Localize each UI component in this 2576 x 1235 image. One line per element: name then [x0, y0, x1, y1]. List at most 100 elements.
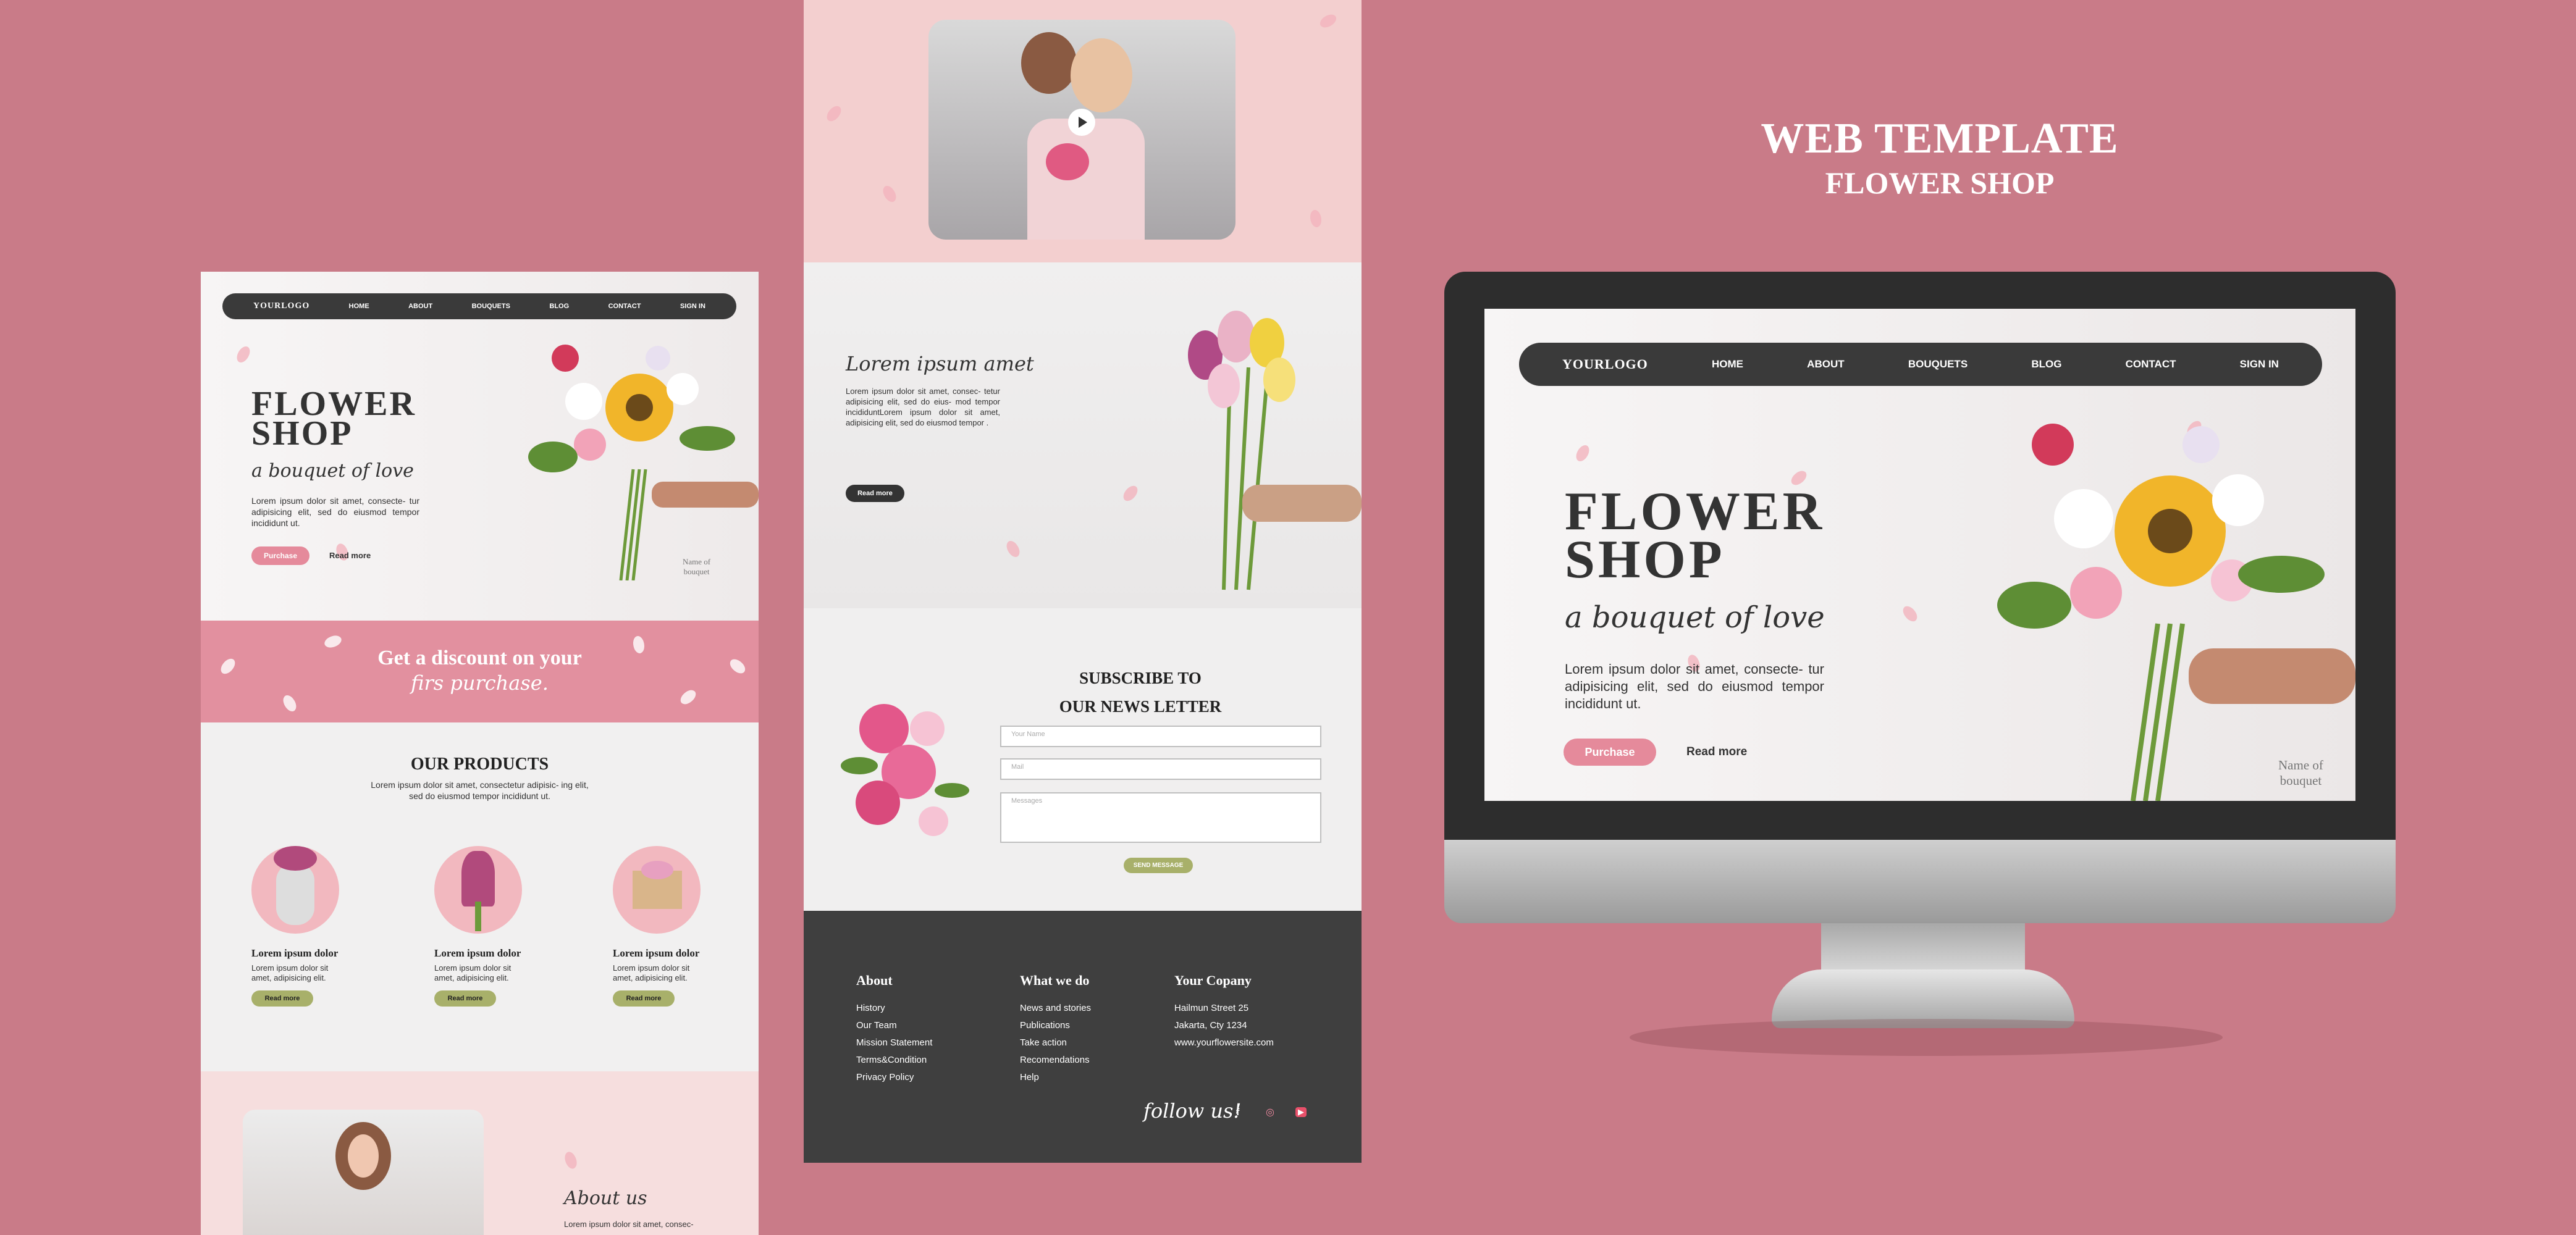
left-navbar: YOURLOGO HOME ABOUT BOUQUETS BLOG CONTAC…	[222, 293, 736, 319]
product-image	[434, 846, 522, 934]
product-desc: Lorem ipsum dolor sit amet, adipisicing …	[613, 963, 690, 982]
bouquet-name: Name of bouquet	[2278, 758, 2323, 788]
footer-link[interactable]: History	[856, 1000, 932, 1017]
about-photo	[243, 1110, 484, 1235]
page-heading: WEB TEMPLATE FLOWER SHOP	[1724, 114, 2156, 201]
products-section: OUR PRODUCTS Lorem ipsum dolor sit amet,…	[201, 722, 759, 1071]
nav-blog[interactable]: BLOG	[549, 303, 569, 310]
discount-banner: Get a discount on your firs purchase.	[201, 621, 759, 722]
monitor-stand-neck	[1821, 923, 2025, 973]
product-card: Lorem ipsum dolor Lorem ipsum dolor sit …	[251, 846, 375, 1007]
company-website[interactable]: www.yourflowersite.com	[1174, 1034, 1274, 1052]
purchase-button[interactable]: Purchase	[251, 546, 309, 565]
newsletter-section: SUBSCRIBE TO OUR NEWS LETTER Your Name M…	[804, 608, 1362, 911]
bouquet-image	[528, 345, 759, 580]
footer-link[interactable]: Mission Statement	[856, 1034, 932, 1052]
left-mockup: YOURLOGO HOME ABOUT BOUQUETS BLOG CONTAC…	[201, 272, 759, 1235]
logo[interactable]: YOURLOGO	[1562, 356, 1648, 372]
footer-about-col: About History Our Team Mission Statement…	[856, 973, 932, 1086]
footer-company-title: Your Copany	[1174, 973, 1252, 988]
footer-link[interactable]: Terms&Condition	[856, 1052, 932, 1069]
footer-what-col: What we do News and stories Publications…	[1020, 973, 1091, 1086]
footer-link[interactable]: Privacy Policy	[856, 1069, 932, 1086]
facebook-icon[interactable]: f	[1236, 1107, 1239, 1118]
product-read-more-button[interactable]: Read more	[434, 990, 496, 1007]
monitor-shadow	[1630, 1019, 2223, 1056]
company-city: Jakarta, Cty 1234	[1174, 1020, 1247, 1031]
hero-desc: Lorem ipsum dolor sit amet, consecte- tu…	[1565, 661, 1824, 711]
read-more-link[interactable]: Read more	[1686, 745, 1747, 759]
product-read-more-button[interactable]: Read more	[251, 990, 313, 1007]
footer-link[interactable]: Our Team	[856, 1017, 932, 1034]
footer-link[interactable]: Take action	[1020, 1034, 1091, 1052]
heading-subtitle: FLOWER SHOP	[1825, 165, 2055, 200]
nav-about[interactable]: ABOUT	[1807, 358, 1844, 371]
product-desc: Lorem ipsum dolor sit amet, adipisicing …	[251, 963, 329, 982]
send-message-button[interactable]: SEND MESSAGE	[1124, 858, 1193, 873]
lorem-desc: Lorem ipsum dolor sit amet, consec- tetu…	[846, 387, 1000, 427]
hero-desc: Lorem ipsum dolor sit amet, consecte- tu…	[251, 496, 419, 528]
products-desc: Lorem ipsum dolor sit amet, consectetur …	[371, 780, 589, 801]
heading-title: WEB TEMPLATE	[1761, 115, 2119, 162]
name-input[interactable]: Your Name	[1000, 726, 1321, 747]
about-desc: Lorem ipsum dolor sit amet, consec-	[564, 1220, 694, 1229]
product-image	[251, 846, 339, 934]
nav-contact[interactable]: CONTACT	[608, 303, 641, 310]
hero-tagline: a bouquet of love	[251, 460, 414, 482]
product-name: Lorem ipsum dolor	[613, 947, 700, 959]
product-desc: Lorem ipsum dolor sit amet, adipisicing …	[434, 963, 511, 982]
nav-home[interactable]: HOME	[1712, 358, 1743, 371]
discount-line1: Get a discount on your	[377, 647, 582, 669]
company-address: Hailmun Street 25	[1174, 1003, 1249, 1013]
left-hero: YOURLOGO HOME ABOUT BOUQUETS BLOG CONTAC…	[201, 272, 759, 621]
footer-company-col: Your Copany Hailmun Street 25 Jakarta, C…	[1174, 973, 1274, 1052]
roses-image	[841, 704, 969, 836]
footer-link[interactable]: Help	[1020, 1069, 1091, 1086]
mail-input[interactable]: Mail	[1000, 758, 1321, 780]
nav-contact[interactable]: CONTACT	[2126, 358, 2176, 371]
tulip-bouquet-image	[1188, 311, 1362, 590]
hero-title: FLOWER SHOP	[251, 385, 416, 453]
video-section	[804, 0, 1362, 262]
middle-mockup: Lorem ipsum amet Lorem ipsum dolor sit a…	[804, 0, 1362, 1163]
nav-bouquets[interactable]: BOUQUETS	[1908, 358, 1968, 371]
instagram-icon[interactable]: ◎	[1266, 1106, 1274, 1118]
footer: About History Our Team Mission Statement…	[804, 911, 1362, 1163]
hero-title: FLOWER SHOP	[1565, 482, 1825, 590]
product-card: Lorem ipsum dolor Lorem ipsum dolor sit …	[613, 846, 736, 1007]
newsletter-title: SUBSCRIBE TO OUR NEWS LETTER	[1059, 669, 1222, 716]
logo[interactable]: YOURLOGO	[253, 301, 309, 311]
nav-home[interactable]: HOME	[349, 303, 369, 310]
nav-signin[interactable]: SIGN IN	[2240, 358, 2279, 371]
follow-us: follow us!	[1143, 1099, 1242, 1123]
product-read-more-button[interactable]: Read more	[613, 990, 675, 1007]
hero-tagline: a bouquet of love	[1565, 600, 1825, 635]
lorem-title: Lorem ipsum amet	[846, 352, 1034, 375]
nav-bouquets[interactable]: BOUQUETS	[472, 303, 510, 310]
bouquet-name: Name of bouquet	[683, 557, 711, 576]
about-title: About us	[564, 1187, 647, 1209]
discount-line2: firs purchase.	[411, 671, 549, 695]
youtube-icon[interactable]: ▶	[1295, 1107, 1307, 1117]
bouquet-image	[1997, 424, 2355, 801]
product-name: Lorem ipsum dolor	[251, 947, 339, 959]
about-section: About us Lorem ipsum dolor sit amet, con…	[201, 1071, 759, 1235]
nav-blog[interactable]: BLOG	[2031, 358, 2061, 371]
product-image	[613, 846, 701, 934]
product-card: Lorem ipsum dolor Lorem ipsum dolor sit …	[434, 846, 558, 1007]
products-title: OUR PRODUCTS	[410, 755, 549, 774]
footer-link[interactable]: News and stories	[1020, 1000, 1091, 1017]
nav-about[interactable]: ABOUT	[408, 303, 432, 310]
footer-about-title: About	[856, 973, 893, 988]
lorem-read-more-button[interactable]: Read more	[846, 485, 904, 502]
footer-what-title: What we do	[1020, 973, 1090, 988]
video-thumbnail[interactable]	[928, 20, 1235, 240]
play-icon[interactable]	[1068, 109, 1095, 136]
nav-signin[interactable]: SIGN IN	[680, 303, 705, 310]
message-input[interactable]: Messages	[1000, 792, 1321, 843]
product-name: Lorem ipsum dolor	[434, 947, 521, 959]
footer-link[interactable]: Recomendations	[1020, 1052, 1091, 1069]
purchase-button[interactable]: Purchase	[1564, 739, 1656, 766]
footer-link[interactable]: Publications	[1020, 1017, 1091, 1034]
read-more-link[interactable]: Read more	[329, 551, 371, 560]
